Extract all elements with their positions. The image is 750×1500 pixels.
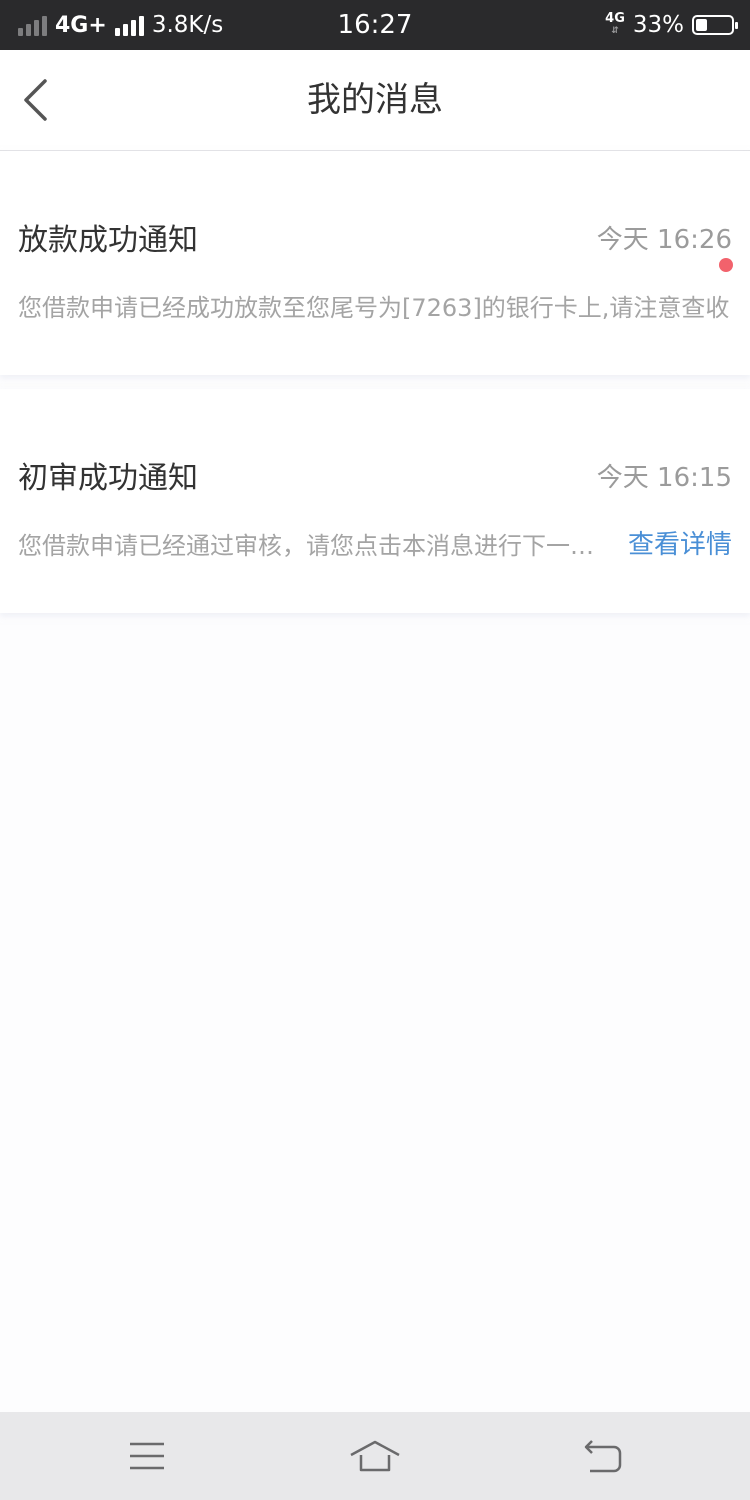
message-preview: 您借款申请已经成功放款至您尾号为[7263]的银行卡上,请注意查收: [18, 294, 730, 322]
message-title: 放款成功通知: [18, 223, 198, 258]
home-icon: [350, 1440, 400, 1472]
battery-percent: 33%: [632, 12, 684, 38]
network2-icon: 4G ⇵: [605, 11, 625, 37]
message-preview: 您借款申请已经通过审核，请您点击本消息进行下一步操作: [18, 532, 612, 560]
unread-dot: [719, 258, 733, 272]
network2-arrows: ⇵: [611, 26, 619, 36]
message-time: 今天 16:26: [596, 225, 732, 255]
menu-button[interactable]: [117, 1426, 177, 1486]
view-details-link[interactable]: 查看详情: [628, 524, 732, 561]
message-title: 初审成功通知: [18, 461, 198, 496]
status-bar: 4G+ 3.8K/s 16:27 4G ⇵ 33%: [0, 0, 750, 50]
header: 我的消息: [0, 50, 750, 151]
battery-fill: [696, 19, 707, 31]
message-item[interactable]: 放款成功通知 今天 16:26 您借款申请已经成功放款至您尾号为[7263]的银…: [0, 151, 750, 375]
battery-icon: [692, 15, 738, 35]
system-nav-bar: [0, 1412, 750, 1500]
message-list: 放款成功通知 今天 16:26 您借款申请已经成功放款至您尾号为[7263]的银…: [0, 151, 750, 627]
return-button[interactable]: [572, 1426, 632, 1486]
network2-label: 4G: [605, 11, 625, 26]
status-right: 4G ⇵ 33%: [605, 0, 738, 50]
menu-icon: [130, 1442, 164, 1470]
message-time: 今天 16:15: [596, 463, 732, 493]
home-button[interactable]: [345, 1426, 405, 1486]
page-title: 我的消息: [307, 80, 443, 120]
return-icon: [584, 1440, 622, 1473]
message-item[interactable]: 初审成功通知 今天 16:15 您借款申请已经通过审核，请您点击本消息进行下一步…: [0, 389, 750, 613]
